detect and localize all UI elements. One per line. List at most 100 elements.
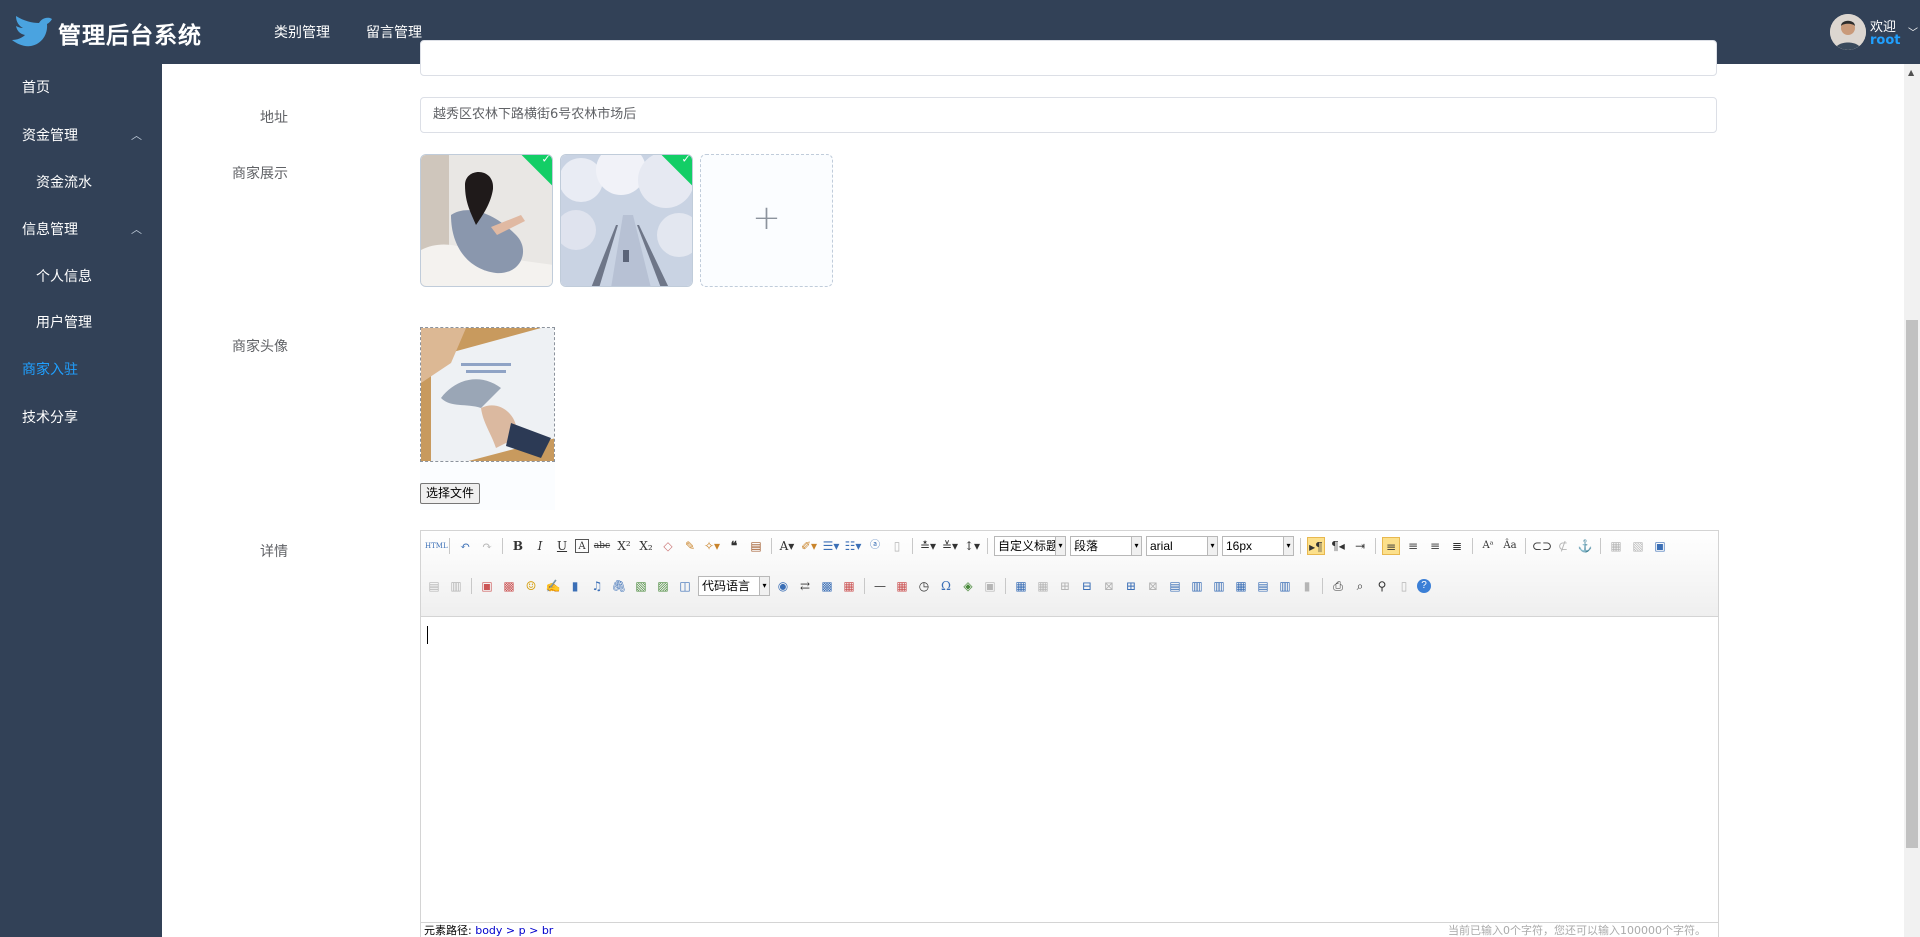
auto-typeset-icon[interactable]: ✧▾ — [703, 537, 721, 555]
element-path[interactable]: body > p > br — [475, 924, 553, 937]
date-icon[interactable]: ▦ — [893, 577, 911, 595]
sidebar-item-info[interactable]: 信息管理 ︿ — [0, 206, 162, 254]
insert-frame-icon[interactable]: ◫ — [676, 577, 694, 595]
lowercase-icon[interactable]: Âa — [1501, 537, 1519, 555]
chevron-down-icon[interactable]: ﹀ — [1908, 24, 1918, 39]
align-left-icon[interactable]: ≡ — [1382, 537, 1400, 555]
template-icon[interactable]: ◉ — [774, 577, 792, 595]
page-break-icon[interactable]: ▥ — [447, 577, 465, 595]
previous-field-input[interactable] — [420, 40, 1717, 76]
image-center-icon[interactable]: ▤ — [425, 577, 443, 595]
strikethrough-icon[interactable]: abc — [593, 537, 611, 555]
eraser-icon[interactable]: ◇ — [659, 537, 677, 555]
special-char-icon[interactable]: Ω — [937, 577, 955, 595]
user-menu[interactable]: 欢迎 root ﹀ — [1830, 14, 1920, 50]
align-right-icon[interactable]: ≡ — [1426, 537, 1444, 555]
chart-icon[interactable]: ▮ — [1298, 577, 1316, 595]
delete-table-icon[interactable]: ▦ — [1034, 577, 1052, 595]
scroll-up-arrow-icon[interactable]: ▲ — [1908, 68, 1914, 77]
editor-content-area[interactable] — [421, 618, 1718, 918]
select-all-icon[interactable]: ⓐ — [866, 537, 884, 555]
wordimage-icon[interactable]: ◈ — [959, 577, 977, 595]
snapscreen-icon[interactable]: ▣ — [981, 577, 999, 595]
emotion-icon[interactable]: ☺ — [522, 577, 540, 595]
italic-icon[interactable]: I — [531, 537, 549, 555]
blockquote-icon[interactable]: ❝ — [725, 537, 743, 555]
google-map-icon[interactable]: ▨ — [654, 577, 672, 595]
redo-icon[interactable]: ↷ — [478, 537, 496, 555]
uppercase-icon[interactable]: Aᵃ — [1479, 537, 1497, 555]
underline-icon[interactable]: U — [553, 537, 571, 555]
insert-row-icon[interactable]: ⊟ — [1078, 577, 1096, 595]
undo-icon[interactable]: ↶ — [456, 537, 474, 555]
unordered-list-icon[interactable]: ☷▾ — [844, 537, 862, 555]
split-to-cells-icon[interactable]: ▦ — [1232, 577, 1250, 595]
horizontal-rule-icon[interactable]: — — [871, 577, 889, 595]
split-to-rows-icon[interactable]: ▤ — [1254, 577, 1272, 595]
sidebar-item-merchant-join[interactable]: 商家入驻 — [0, 346, 162, 394]
font-border-icon[interactable]: A — [575, 539, 589, 553]
gallery-image-1[interactable]: ✓ — [420, 154, 553, 287]
simple-upload-icon[interactable]: ▣ — [478, 577, 496, 595]
bold-icon[interactable]: B — [509, 537, 527, 555]
image-left-icon[interactable]: ▧ — [1629, 537, 1647, 555]
direction-ltr-icon[interactable]: ▸¶ — [1307, 537, 1325, 555]
subscript-icon[interactable]: X₂ — [637, 537, 655, 555]
sidebar-item-funds[interactable]: 资金管理 ︿ — [0, 112, 162, 160]
insert-video-icon[interactable]: ▮ — [566, 577, 584, 595]
unlink-icon[interactable]: ⊄ — [1554, 537, 1572, 555]
delete-col-icon[interactable]: ⊠ — [1144, 577, 1162, 595]
superscript-icon[interactable]: X² — [615, 537, 633, 555]
indent-icon[interactable]: ⇥ — [1351, 537, 1369, 555]
scrawl-icon[interactable]: ✍ — [544, 577, 562, 595]
address-input[interactable]: 越秀区农林下路横街6号农林市场后 — [420, 97, 1717, 133]
page-scrollbar[interactable]: ▲ — [1904, 64, 1920, 937]
sidebar-item-home[interactable]: 首页 — [0, 64, 162, 112]
source-html-icon[interactable]: HTML — [425, 537, 448, 555]
map-icon[interactable]: ▧ — [632, 577, 650, 595]
split-to-cols-icon[interactable]: ▥ — [1276, 577, 1294, 595]
background-color-icon[interactable]: ✐▾ — [800, 537, 818, 555]
paragraph-select[interactable]: 段落 — [1070, 536, 1142, 556]
format-brush-icon[interactable]: ✎ — [681, 537, 699, 555]
insert-image-icon[interactable]: ▩ — [500, 577, 518, 595]
merge-cells-icon[interactable]: ▤ — [1166, 577, 1184, 595]
avatar[interactable] — [1830, 14, 1866, 50]
music-icon[interactable]: ♫ — [588, 577, 606, 595]
merchant-avatar-preview[interactable] — [420, 327, 555, 462]
anchor-icon[interactable]: ⚓ — [1576, 537, 1594, 555]
merge-down-icon[interactable]: ▥ — [1210, 577, 1228, 595]
link-icon[interactable]: ⊂⊃ — [1532, 537, 1552, 555]
font-color-icon[interactable]: A▾ — [778, 537, 796, 555]
font-family-select[interactable]: arial — [1146, 536, 1218, 556]
search-replace-icon[interactable]: ⚲ — [1373, 577, 1391, 595]
merge-right-icon[interactable]: ▥ — [1188, 577, 1206, 595]
direction-rtl-icon[interactable]: ¶◂ — [1329, 537, 1347, 555]
background-icon[interactable]: ⇄ — [796, 577, 814, 595]
custom-style-select[interactable]: 自定义标题 — [994, 536, 1066, 556]
word-image-icon[interactable]: ▦ — [840, 577, 858, 595]
insert-table-icon[interactable]: ▦ — [1012, 577, 1030, 595]
insert-image-gallery-icon[interactable]: ▩ — [818, 577, 836, 595]
sidebar-item-users[interactable]: 用户管理 — [0, 300, 162, 346]
align-center-icon[interactable]: ≡ — [1404, 537, 1422, 555]
insert-paragraph-before-table-icon[interactable]: ⊞ — [1056, 577, 1074, 595]
image-none-icon[interactable]: ▦ — [1607, 537, 1625, 555]
delete-row-icon[interactable]: ⊠ — [1100, 577, 1118, 595]
attachment-icon[interactable]: 🖇 — [610, 577, 628, 595]
gallery-image-2[interactable]: ✓ — [560, 154, 693, 287]
nav-message-management[interactable]: 留言管理 — [366, 22, 422, 42]
nav-category-management[interactable]: 类别管理 — [274, 22, 330, 42]
sidebar-item-profile[interactable]: 个人信息 — [0, 254, 162, 300]
help-icon[interactable]: ? — [1417, 579, 1431, 593]
sidebar-item-tech-share[interactable]: 技术分享 — [0, 394, 162, 442]
font-size-select[interactable]: 16px — [1222, 536, 1294, 556]
insert-col-icon[interactable]: ⊞ — [1122, 577, 1140, 595]
add-image-button[interactable]: + — [700, 154, 833, 287]
ordered-list-icon[interactable]: ☰▾ — [822, 537, 840, 555]
align-justify-icon[interactable]: ≣ — [1448, 537, 1466, 555]
line-height-icon[interactable]: ↕▾ — [963, 537, 981, 555]
clear-doc-icon[interactable]: ▯ — [888, 537, 906, 555]
row-spacing-top-icon[interactable]: ≛▾ — [919, 537, 937, 555]
choose-file-button[interactable]: 选择文件 — [420, 483, 481, 504]
